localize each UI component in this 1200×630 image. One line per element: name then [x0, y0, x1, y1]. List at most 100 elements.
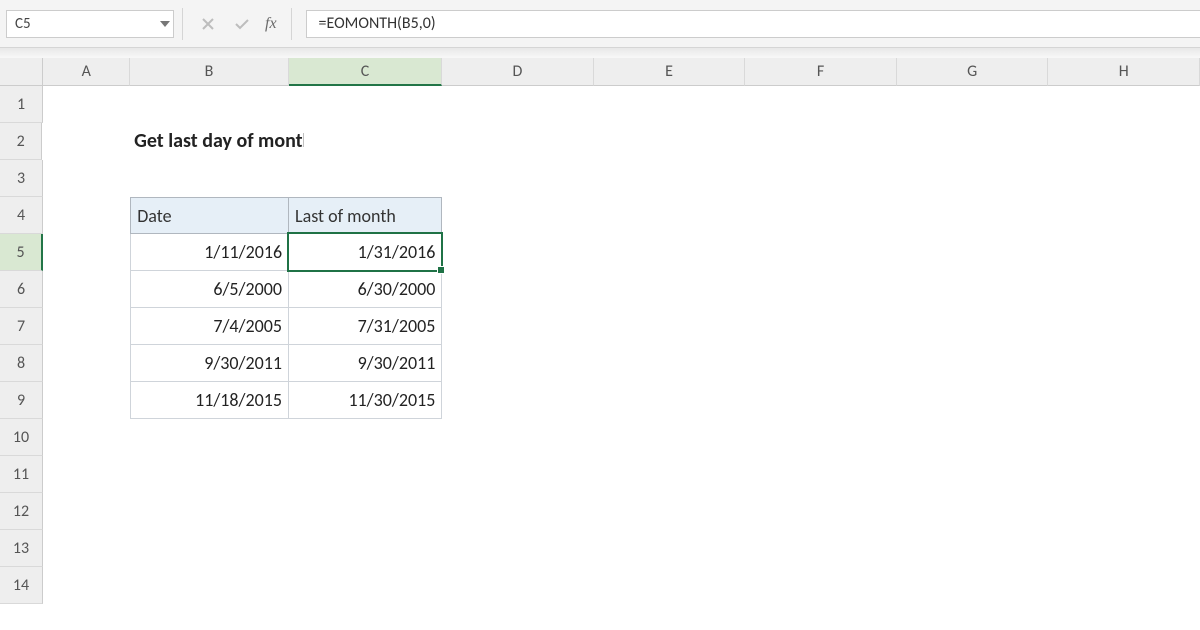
column-header[interactable]: H: [1048, 58, 1200, 86]
cell[interactable]: [43, 419, 130, 456]
row-header[interactable]: 11: [0, 456, 43, 493]
cell[interactable]: [43, 493, 130, 530]
column-header[interactable]: B: [130, 58, 289, 86]
cell[interactable]: [289, 419, 442, 456]
cell[interactable]: [1048, 308, 1200, 345]
cell[interactable]: [1048, 345, 1200, 382]
cell[interactable]: [442, 419, 594, 456]
row-header[interactable]: 2: [0, 123, 42, 160]
worksheet[interactable]: A B C D E F G H 1 2 Get last day of mont…: [0, 58, 1200, 604]
cell[interactable]: [43, 271, 130, 308]
cell[interactable]: [897, 234, 1049, 271]
cell[interactable]: [1048, 86, 1200, 123]
column-header[interactable]: E: [594, 58, 746, 86]
table-cell-date[interactable]: 9/30/2011: [130, 345, 289, 382]
cell[interactable]: [745, 86, 897, 123]
row-header[interactable]: 3: [0, 160, 43, 197]
row-header[interactable]: 13: [0, 530, 43, 567]
cell[interactable]: [1048, 493, 1200, 530]
cell[interactable]: [43, 382, 130, 419]
cell[interactable]: [289, 456, 442, 493]
cell[interactable]: [1048, 197, 1200, 234]
cell[interactable]: [442, 86, 594, 123]
cell[interactable]: [442, 493, 594, 530]
row-header[interactable]: 4: [0, 197, 43, 234]
cell[interactable]: [455, 123, 604, 160]
table-cell-last[interactable]: 11/30/2015: [289, 382, 442, 419]
cell[interactable]: [43, 86, 130, 123]
cell[interactable]: [745, 419, 897, 456]
cell[interactable]: [745, 567, 897, 604]
cell[interactable]: [594, 197, 746, 234]
column-header[interactable]: G: [897, 58, 1049, 86]
cell[interactable]: [897, 530, 1049, 567]
cell[interactable]: [130, 567, 289, 604]
formula-input[interactable]: [317, 13, 1190, 34]
cell[interactable]: [442, 567, 594, 604]
table-header-last[interactable]: Last of month: [289, 197, 442, 234]
cell[interactable]: [604, 123, 753, 160]
table-cell-last[interactable]: 6/30/2000: [289, 271, 442, 308]
cell[interactable]: [442, 530, 594, 567]
cell[interactable]: [594, 493, 746, 530]
cell[interactable]: [594, 345, 746, 382]
name-box-dropdown[interactable]: [155, 11, 173, 37]
cell[interactable]: [897, 567, 1049, 604]
formula-input-wrap[interactable]: [306, 10, 1200, 38]
cell[interactable]: [594, 456, 746, 493]
cell[interactable]: [897, 456, 1049, 493]
cell[interactable]: [442, 271, 594, 308]
cell[interactable]: [130, 530, 289, 567]
cell[interactable]: [42, 123, 128, 160]
name-box-input[interactable]: [7, 11, 155, 37]
cell[interactable]: [289, 86, 442, 123]
page-title[interactable]: Get last day of month: [128, 123, 304, 160]
cell[interactable]: [897, 493, 1049, 530]
column-header[interactable]: D: [442, 58, 594, 86]
cell[interactable]: [289, 567, 442, 604]
active-cell[interactable]: 1/31/2016: [289, 234, 442, 271]
row-header[interactable]: 8: [0, 345, 43, 382]
cell[interactable]: [745, 271, 897, 308]
row-header[interactable]: 7: [0, 308, 43, 345]
cell[interactable]: [745, 382, 897, 419]
cell[interactable]: [130, 419, 289, 456]
cell[interactable]: [745, 234, 897, 271]
row-header[interactable]: 6: [0, 271, 43, 308]
cell[interactable]: [43, 345, 130, 382]
cell[interactable]: [594, 419, 746, 456]
cell[interactable]: [897, 382, 1049, 419]
row-header[interactable]: 5: [0, 234, 43, 271]
cell[interactable]: [1048, 271, 1200, 308]
row-header[interactable]: 1: [0, 86, 43, 123]
cell[interactable]: [897, 86, 1049, 123]
cell[interactable]: [1048, 419, 1200, 456]
cell[interactable]: [745, 493, 897, 530]
table-cell-date[interactable]: 11/18/2015: [130, 382, 289, 419]
cell[interactable]: [1048, 456, 1200, 493]
cell[interactable]: [594, 308, 746, 345]
cell[interactable]: [745, 197, 897, 234]
row-header[interactable]: 14: [0, 567, 43, 604]
cell[interactable]: [1048, 382, 1200, 419]
cell[interactable]: [897, 308, 1049, 345]
cell[interactable]: [289, 530, 442, 567]
cell[interactable]: [130, 160, 289, 197]
cell[interactable]: [745, 345, 897, 382]
cell[interactable]: [43, 197, 130, 234]
enter-button[interactable]: [225, 10, 259, 38]
cell[interactable]: [130, 493, 289, 530]
cell[interactable]: [745, 456, 897, 493]
cell[interactable]: [745, 160, 897, 197]
cell[interactable]: [897, 160, 1049, 197]
name-box[interactable]: [6, 10, 174, 38]
select-all-corner[interactable]: [0, 58, 43, 86]
cell[interactable]: [745, 530, 897, 567]
cell[interactable]: [442, 345, 594, 382]
cell[interactable]: [130, 456, 289, 493]
table-cell-date[interactable]: 1/11/2016: [130, 234, 289, 271]
table-cell-last[interactable]: 7/31/2005: [289, 308, 442, 345]
cell[interactable]: [897, 271, 1049, 308]
cell[interactable]: [442, 197, 594, 234]
cell[interactable]: [897, 197, 1049, 234]
